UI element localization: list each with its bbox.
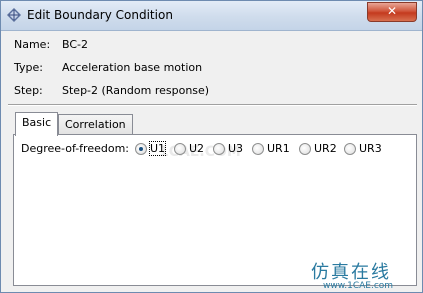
radio-circle (174, 143, 186, 155)
radio-ur3-label: UR3 (359, 142, 382, 155)
radio-circle (252, 143, 264, 155)
type-value: Acceleration base motion (62, 61, 203, 74)
window-title: Edit Boundary Condition (27, 8, 173, 22)
tab-correlation-label: Correlation (65, 118, 126, 131)
dof-label: Degree-of-freedom: (21, 142, 130, 155)
radio-u3-label: U3 (228, 142, 244, 155)
radio-circle (299, 143, 311, 155)
step-label: Step: (14, 84, 43, 97)
tab-basic[interactable]: Basic (15, 112, 59, 136)
separator (8, 104, 417, 106)
radio-ur1-label: UR1 (267, 142, 290, 155)
radio-circle (344, 143, 356, 155)
close-button[interactable]: ✕ (367, 2, 417, 22)
radio-circle (213, 143, 225, 155)
app-icon (7, 8, 21, 22)
radio-u2-label: U2 (189, 142, 205, 155)
radio-dot (139, 147, 143, 151)
title-bar[interactable]: Edit Boundary Condition ✕ (1, 1, 422, 31)
step-value: Step-2 (Random response) (62, 84, 210, 97)
radio-ur2-label: UR2 (314, 142, 337, 155)
tab-basic-label: Basic (22, 116, 52, 129)
name-label: Name: (14, 38, 51, 51)
type-label: Type: (14, 61, 43, 74)
watermark-url: www.1CAE.com (323, 281, 394, 291)
edit-boundary-condition-dialog: Edit Boundary Condition ✕ Name: BC-2 Typ… (0, 0, 423, 293)
radio-circle (135, 143, 147, 155)
name-value: BC-2 (62, 38, 89, 51)
close-icon: ✕ (386, 4, 398, 18)
radio-u1-label: U1 (148, 141, 167, 156)
tab-correlation[interactable]: Correlation (58, 114, 133, 135)
info-panel: Name: BC-2 Type: Acceleration base motio… (8, 34, 417, 104)
